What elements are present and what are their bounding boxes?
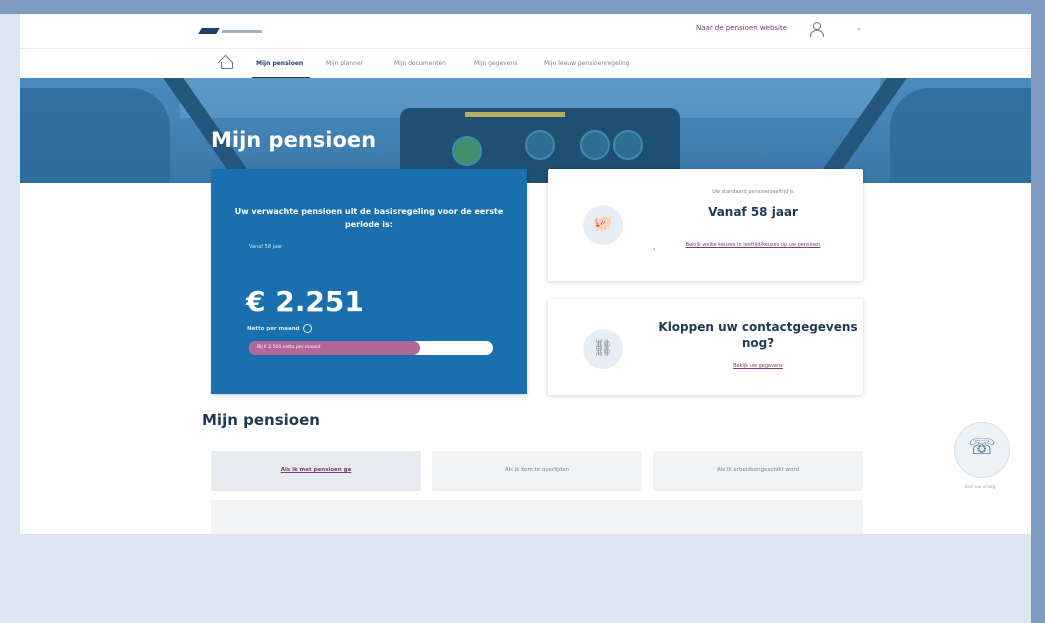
expected-pension-card: Uw verwachte pensioen uit de basisregeli…	[211, 169, 527, 394]
chat-support-icon: ☏	[968, 435, 996, 460]
contact-details-card[interactable]: ⛓ Kloppen uw contactgegevens nog? Bekijk…	[548, 299, 863, 395]
tab-pensioen[interactable]: Als ik met pensioen ga	[211, 451, 421, 491]
logo-wordmark	[222, 30, 262, 33]
pension-headline: Uw verwachte pensioen uit de basisregeli…	[234, 207, 504, 229]
website-link[interactable]: Naar de pensioen website	[696, 24, 787, 32]
contact-support-label: Stel uw vraag	[964, 485, 996, 490]
nav-item-mijn-gegevens[interactable]: Mijn gegevens	[474, 60, 517, 67]
logo-wing-icon	[198, 28, 220, 34]
tab-panel	[211, 500, 863, 534]
main-nav: Mijn pensioen Mijn planner Mijn document…	[20, 48, 1031, 80]
pension-age-link[interactable]: Bekijk welke keuzes in leeftijd/keuzes o…	[663, 241, 843, 250]
pension-age-card[interactable]: 🐖 Uw standaard pensioenleeftijd is Vanaf…	[548, 169, 863, 281]
chevron-down-icon[interactable]: ⌄	[856, 24, 862, 32]
progress-label: Bij € 2.500 netto per maand	[257, 345, 321, 350]
nav-item-mijn-documenten[interactable]: Mijn documenten	[394, 60, 446, 67]
contact-card-title: Kloppen uw contactgegevens nog?	[658, 320, 858, 350]
brand-logo[interactable]	[198, 24, 270, 38]
piggy-bank-icon: 🐖	[583, 205, 623, 245]
pension-age-value: Vanaf 58 jaar	[708, 205, 798, 219]
pension-start-age: Vanaf 58 jaar	[249, 244, 283, 250]
chevron-right-icon: ›	[653, 246, 656, 253]
user-icon[interactable]	[808, 20, 824, 38]
pension-progress-bar: Bij € 2.500 netto per maand	[249, 341, 493, 355]
nav-item-mijn-planner[interactable]: Mijn planner	[326, 60, 363, 67]
pension-age-caption: Uw standaard pensioenleeftijd is	[712, 189, 794, 195]
info-icon[interactable]	[302, 324, 312, 333]
contact-card-link[interactable]: Bekijk uw gegevens	[658, 363, 858, 369]
tab-arbeidsongeschikt[interactable]: Als ik arbeidsongeschikt word	[653, 451, 863, 491]
home-icon[interactable]	[217, 54, 234, 71]
contact-support-button[interactable]: ☏	[954, 422, 1010, 478]
browser-viewport: Naar de pensioen website ⌄ Mijn pensioen…	[20, 14, 1031, 534]
pension-amount: € 2.251	[246, 285, 364, 318]
link-chain-icon: ⛓	[583, 329, 623, 369]
nav-item-regeling[interactable]: Mijn leeuw pensioenregeling	[544, 60, 630, 67]
tab-overlijden[interactable]: Als ik kom te overlijden	[432, 451, 642, 491]
window-frame: Naar de pensioen website ⌄ Mijn pensioen…	[0, 0, 1045, 623]
page-title: Mijn pensioen	[211, 128, 377, 152]
hero-banner: Mijn pensioen	[20, 78, 1031, 183]
top-bar: Naar de pensioen website ⌄	[20, 14, 1031, 48]
section-title: Mijn pensioen	[202, 411, 320, 429]
nav-item-mijn-pensioen[interactable]: Mijn pensioen	[256, 60, 303, 67]
per-month-label: Netto per maand	[247, 324, 312, 333]
